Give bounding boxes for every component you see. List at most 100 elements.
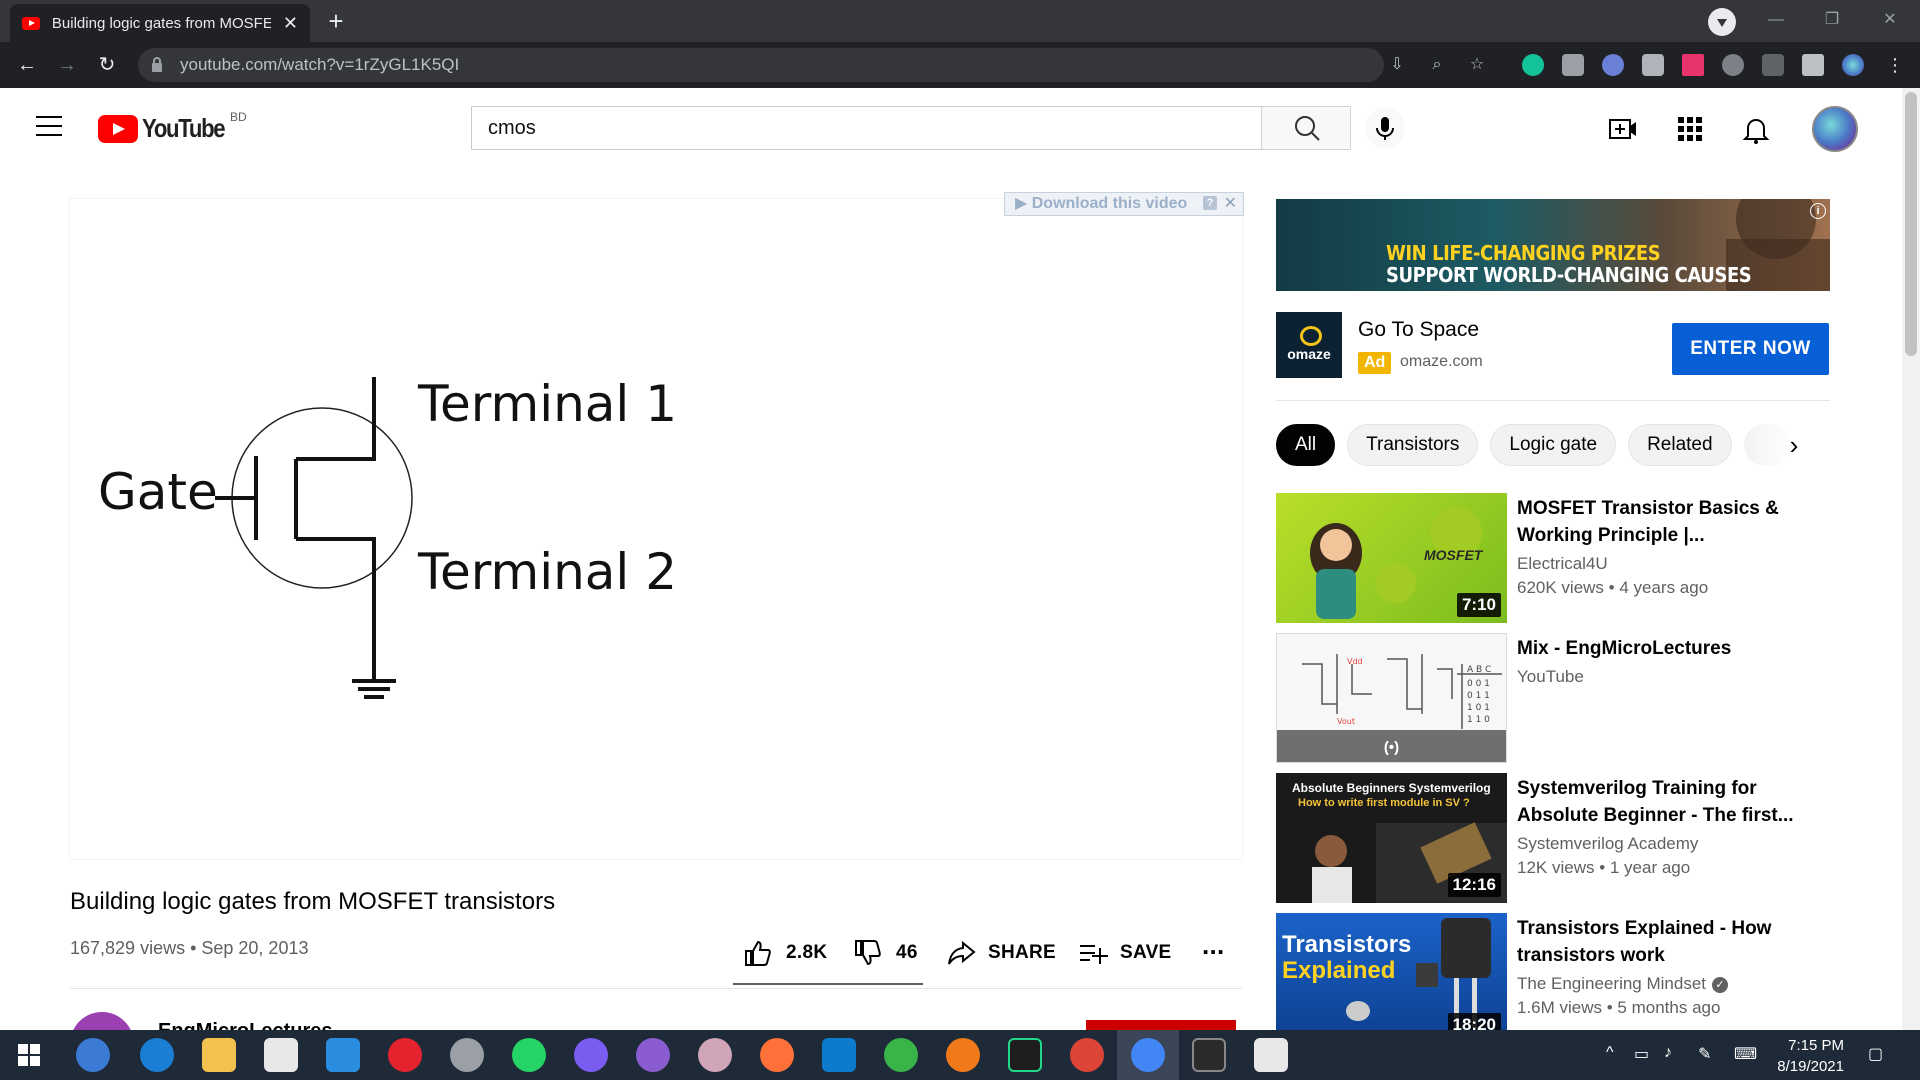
channel-name[interactable]: The Engineering Mindset ✓ — [1517, 974, 1729, 994]
chip-logic-gate[interactable]: Logic gate — [1490, 424, 1617, 466]
pycharm-icon[interactable] — [1008, 1038, 1042, 1072]
chip-transistors[interactable]: Transistors — [1347, 424, 1479, 466]
channel-name[interactable]: YouTube — [1517, 667, 1584, 687]
firefox-icon[interactable] — [760, 1038, 794, 1072]
app-icon[interactable] — [450, 1038, 484, 1072]
create-video-icon[interactable] — [1608, 114, 1638, 144]
recommendation-item[interactable]: Transistors Explained 18:20 Transistors … — [1276, 913, 1830, 1045]
bookmark-star-icon[interactable]: ☆ — [1466, 54, 1488, 76]
save-button[interactable]: SAVE — [1078, 938, 1172, 968]
back-icon[interactable]: ← — [12, 50, 42, 80]
channel-name[interactable]: Electrical4U — [1517, 554, 1608, 574]
extensions-puzzle-icon[interactable] — [1802, 54, 1824, 76]
video-thumbnail[interactable]: Vdd Vout A B C 0 0 1 0 1 1 1 0 1 1 1 0 (•) — [1276, 633, 1507, 763]
volume-icon[interactable]: ♪ — [1664, 1044, 1672, 1062]
forward-icon[interactable]: → — [52, 50, 82, 80]
search-button[interactable] — [1261, 106, 1351, 150]
zoom-icon[interactable]: ⌕ — [1426, 54, 1448, 76]
keyboard-icon[interactable]: ⌨ — [1734, 1044, 1757, 1064]
search-input[interactable]: cmos — [471, 106, 1261, 150]
new-tab-button[interactable]: + — [320, 6, 352, 38]
vscode-icon[interactable] — [822, 1038, 856, 1072]
download-close-icon[interactable]: ✕ — [1224, 193, 1237, 215]
page-scrollbar-thumb[interactable] — [1905, 92, 1917, 356]
browser-tab[interactable]: Building logic gates from MOSFE ✕ — [10, 4, 310, 42]
edge-browser-icon[interactable] — [140, 1038, 174, 1072]
messenger-icon[interactable] — [574, 1038, 608, 1072]
menu-hamburger-icon[interactable] — [36, 116, 62, 136]
more-actions-icon[interactable]: ... — [1202, 930, 1225, 961]
omaze-logo[interactable]: omaze — [1276, 312, 1342, 378]
notifications-bell-icon[interactable] — [1741, 114, 1771, 144]
recommendation-item[interactable]: Absolute Beginners Systemverilog How to … — [1276, 773, 1830, 905]
recommendation-item[interactable]: Vdd Vout A B C 0 0 1 0 1 1 1 0 1 1 1 0 (•) Mix… — [1276, 633, 1830, 765]
download-help-icon[interactable]: ? — [1203, 196, 1217, 210]
video-title[interactable]: Transistors Explained - How transistors … — [1517, 915, 1817, 969]
profile-avatar-icon[interactable] — [1842, 54, 1864, 76]
download-video-bar[interactable]: ▶ Download this video ? ✕ — [1004, 192, 1244, 216]
extension-icon[interactable] — [1642, 54, 1664, 76]
video-views-date: 167,829 views • Sep 20, 2013 — [70, 938, 309, 958]
opera-icon[interactable] — [388, 1038, 422, 1072]
tray-chevron-icon[interactable]: ^ — [1606, 1044, 1614, 1062]
dislike-button[interactable]: 46 — [852, 938, 918, 968]
taskbar-clock[interactable]: 7:15 PM 8/19/2021 — [1764, 1035, 1844, 1077]
chip-all[interactable]: All — [1276, 424, 1336, 466]
whatsapp-icon[interactable] — [512, 1038, 546, 1072]
restore-icon[interactable]: ❐ — [1804, 0, 1860, 42]
network-icon[interactable]: ▭ — [1634, 1044, 1649, 1064]
extension-icon[interactable] — [1682, 54, 1704, 76]
video-thumbnail[interactable]: MOSFET 7:10 — [1276, 493, 1507, 623]
video-title[interactable]: Systemverilog Training for Absolute Begi… — [1517, 775, 1817, 829]
ad-info-icon[interactable]: i — [1810, 203, 1826, 219]
channel-name[interactable]: Systemverilog Academy — [1517, 834, 1698, 854]
chrome-icon[interactable] — [1070, 1038, 1104, 1072]
tab-close-icon[interactable]: ✕ — [283, 13, 298, 34]
download-extension-icon[interactable] — [1722, 54, 1744, 76]
app-icon[interactable] — [946, 1038, 980, 1072]
chrome-menu-icon[interactable]: ⋮ — [1886, 54, 1904, 76]
apps-grid-icon[interactable] — [1675, 114, 1705, 144]
app-icon[interactable] — [698, 1038, 732, 1072]
windows-start-icon[interactable] — [18, 1044, 40, 1066]
reload-icon[interactable]: ↻ — [92, 50, 122, 80]
chips-next-icon[interactable]: › — [1778, 430, 1810, 462]
video-thumbnail[interactable]: Transistors Explained 18:20 — [1276, 913, 1507, 1043]
tab-search-icon[interactable] — [1708, 8, 1736, 36]
address-bar[interactable]: youtube.com/watch?v=1rZyGL1K5QI ⇩ ⌕ ☆ — [138, 48, 1484, 82]
share-button[interactable]: SHARE — [946, 938, 1056, 968]
window-close-icon[interactable]: ✕ — [1862, 0, 1918, 42]
chrome-active-icon[interactable] — [1131, 1038, 1165, 1072]
enter-now-button[interactable]: ENTER NOW — [1672, 323, 1829, 375]
extension-icon[interactable] — [1602, 54, 1624, 76]
recommendation-item[interactable]: MOSFET 7:10 MOSFET Transistor Basics & W… — [1276, 493, 1830, 625]
install-icon[interactable]: ⇩ — [1386, 54, 1408, 76]
qbittorrent-icon[interactable] — [76, 1038, 110, 1072]
video-title[interactable]: MOSFET Transistor Basics & Working Princ… — [1517, 495, 1817, 549]
video-thumbnail[interactable]: Absolute Beginners Systemverilog How to … — [1276, 773, 1507, 903]
youtube-logo[interactable]: YouTube BD — [98, 110, 247, 144]
video-player[interactable]: Gate Terminal 1 Terminal 2 — [70, 199, 1242, 859]
terminal-icon[interactable] — [1192, 1038, 1226, 1072]
ad-banner-image[interactable]: WIN LIFE-CHANGING PRIZES SUPPORT WORLD-C… — [1276, 199, 1830, 291]
pen-icon[interactable]: ✎ — [1698, 1044, 1711, 1064]
grammarly-extension-icon[interactable] — [1522, 54, 1544, 76]
thumbs-down-icon — [855, 940, 881, 966]
app-icon[interactable] — [1254, 1038, 1288, 1072]
notifications-center-icon[interactable]: ▢ — [1868, 1044, 1883, 1064]
minimize-icon[interactable]: — — [1748, 0, 1804, 42]
github-icon[interactable] — [636, 1038, 670, 1072]
extension-icon[interactable] — [1762, 54, 1784, 76]
mail-icon[interactable] — [326, 1038, 360, 1072]
voice-search-button[interactable] — [1365, 108, 1405, 148]
microsoft-store-icon[interactable] — [264, 1038, 298, 1072]
video-title[interactable]: Mix - EngMicroLectures — [1517, 635, 1817, 662]
account-avatar[interactable] — [1812, 106, 1858, 152]
chip-related[interactable]: Related — [1628, 424, 1732, 466]
verified-check-icon: ✓ — [1712, 976, 1729, 993]
like-button[interactable]: 2.8K — [742, 938, 827, 968]
camera-extension-icon[interactable] — [1562, 54, 1584, 76]
app-icon[interactable] — [884, 1038, 918, 1072]
ad-title[interactable]: Go To Space — [1358, 318, 1479, 342]
file-explorer-icon[interactable] — [202, 1038, 236, 1072]
